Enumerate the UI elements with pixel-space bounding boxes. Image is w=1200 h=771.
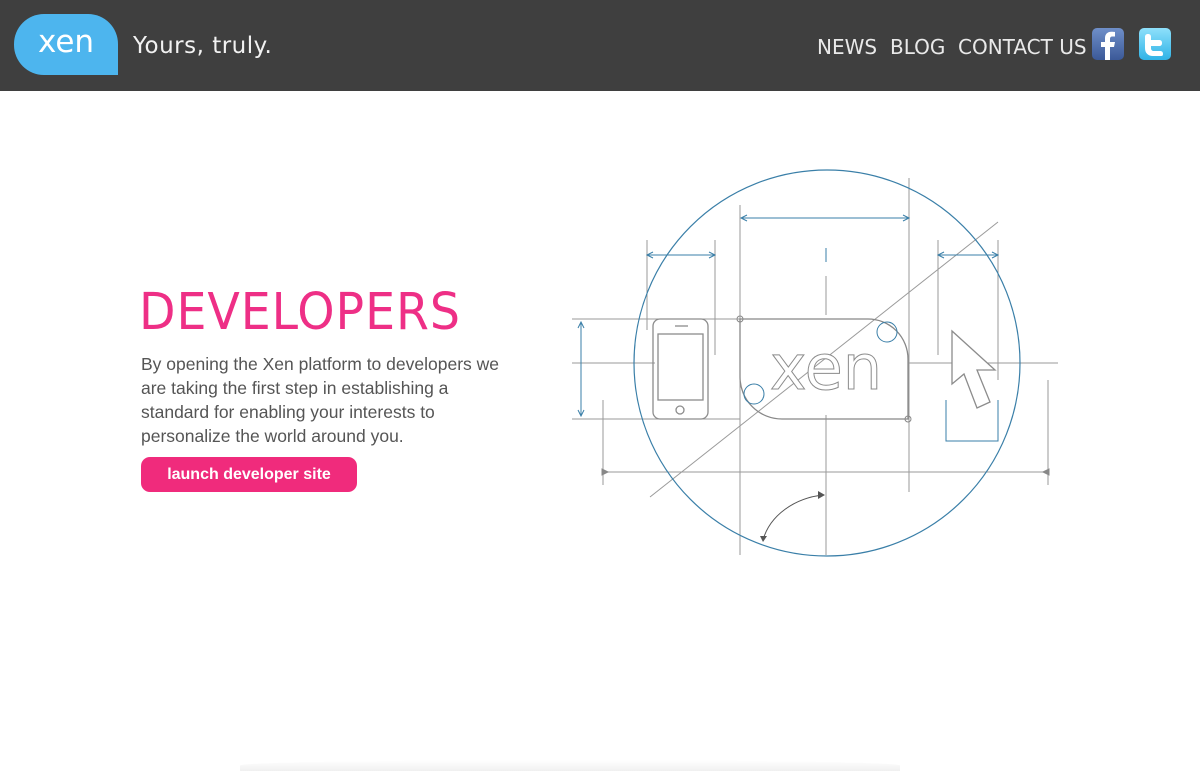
nav-news[interactable]: NEWS xyxy=(817,35,877,59)
nav-contact-us[interactable]: CONTACT US xyxy=(958,35,1087,59)
xen-logo[interactable]: xen xyxy=(14,14,118,75)
nav-blog[interactable]: BLOG xyxy=(890,35,945,59)
tagline: Yours, truly. xyxy=(133,33,273,59)
phone-icon xyxy=(652,318,709,420)
site-header: xen Yours, truly. NEWS BLOG CONTACT US xyxy=(0,0,1200,91)
content-shadow xyxy=(240,760,900,771)
page-title: DEVELOPERS xyxy=(139,283,461,342)
facebook-icon[interactable] xyxy=(1092,28,1124,60)
cursor-icon xyxy=(951,329,997,409)
developers-description: By opening the Xen platform to developer… xyxy=(141,354,499,446)
blueprint-illustration: xen xyxy=(572,169,1058,557)
launch-developer-site-button[interactable]: launch developer site xyxy=(141,457,357,492)
twitter-icon[interactable] xyxy=(1139,28,1171,60)
illustration-logo-text: xen xyxy=(770,331,882,404)
